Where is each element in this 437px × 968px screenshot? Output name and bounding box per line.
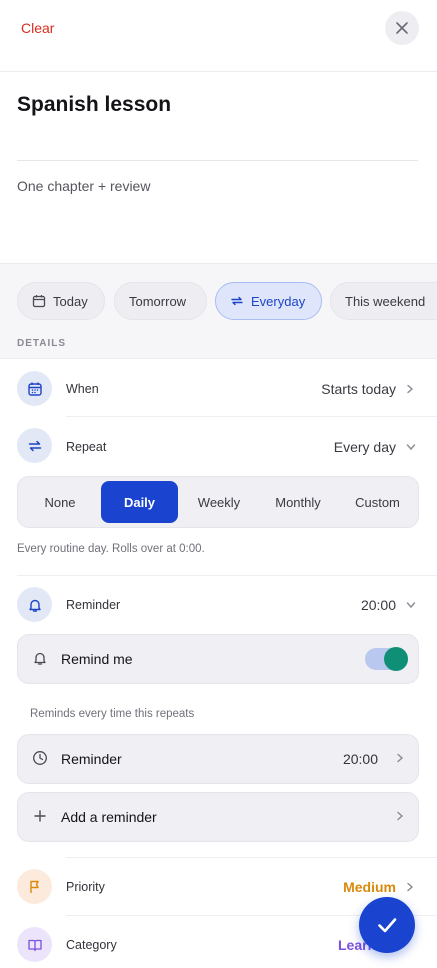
reminder-item-label: Reminder	[61, 751, 122, 767]
repeat-option-daily[interactable]: Daily	[101, 481, 178, 523]
category-icon-wrap	[17, 927, 52, 962]
reminder-row[interactable]: Reminder 20:00	[0, 576, 437, 634]
remind-me-card: Remind me	[17, 634, 419, 684]
chip-today[interactable]: Today	[17, 282, 105, 320]
bell-icon	[34, 652, 46, 665]
priority-label: Priority	[66, 880, 105, 894]
when-label: When	[66, 382, 99, 396]
chip-label: Tomorrow	[129, 293, 187, 309]
chip-label: Everyday	[251, 293, 306, 309]
calendar-icon	[27, 382, 42, 396]
reminder-icon-wrap	[17, 587, 52, 622]
repeat-options-segmented-control: None Daily Weekly Monthly Custom	[17, 476, 419, 528]
row-divider	[66, 416, 437, 417]
add-reminder-label: Add a reminder	[61, 809, 157, 825]
clear-button[interactable]: Clear	[21, 20, 54, 36]
chip-label: This weekend	[345, 293, 426, 309]
task-title-field[interactable]: Spanish lesson	[17, 93, 171, 117]
repeat-option-monthly[interactable]: Monthly	[259, 481, 337, 523]
close-button[interactable]	[385, 11, 419, 45]
checkmark-icon	[378, 918, 397, 933]
when-value: Starts today	[321, 381, 396, 397]
add-reminder-button[interactable]: Add a reminder	[17, 792, 419, 842]
repeat-option-weekly[interactable]: Weekly	[181, 481, 257, 523]
reminder-item-card[interactable]: Reminder 20:00	[17, 734, 419, 784]
chip-everyday[interactable]: Everyday	[215, 282, 322, 320]
quick-date-chips: Today Tomorrow Everyday This weekend	[0, 263, 437, 333]
details-section-label: DETAILS	[17, 338, 67, 349]
repeat-option-custom[interactable]: Custom	[339, 481, 416, 523]
chevron-right-icon	[407, 384, 414, 394]
flag-icon	[29, 880, 39, 893]
task-notes-field[interactable]: One chapter + review	[17, 178, 150, 194]
repeat-icon-wrap	[17, 428, 52, 463]
when-row[interactable]: When Starts today	[0, 360, 437, 418]
repeat-label: Repeat	[66, 440, 107, 454]
task-header-panel: Clear Spanish lesson One chapter + revie…	[0, 0, 437, 263]
category-label: Category	[66, 938, 117, 952]
priority-value: Medium	[343, 879, 396, 895]
when-icon-wrap	[17, 371, 52, 406]
clock-icon	[33, 751, 47, 765]
save-button[interactable]	[359, 897, 415, 953]
chevron-right-icon	[397, 811, 404, 821]
chip-this-weekend[interactable]: This weekend	[330, 282, 437, 320]
reminder-label: Reminder	[66, 598, 121, 612]
chevron-right-icon	[407, 882, 414, 892]
reminder-help-text: Reminds every time this repeats	[30, 708, 195, 720]
toggle-knob	[384, 647, 408, 671]
top-bar: Clear	[0, 0, 437, 72]
repeat-icon	[28, 440, 41, 451]
remind-me-toggle[interactable]	[365, 647, 408, 671]
repeat-icon	[231, 296, 243, 306]
reminder-item-time: 20:00	[342, 751, 378, 767]
close-icon	[396, 22, 408, 34]
plus-icon	[34, 810, 46, 822]
remind-me-label: Remind me	[61, 651, 133, 667]
repeat-help-text: Every routine day. Rolls over at 0:00.	[17, 543, 205, 555]
chevron-down-icon	[406, 444, 416, 451]
chip-tomorrow[interactable]: Tomorrow	[114, 282, 207, 320]
chip-label: Today	[53, 293, 88, 309]
title-divider	[17, 160, 418, 161]
repeat-row[interactable]: Repeat Every day	[0, 418, 437, 476]
bell-icon	[28, 599, 41, 612]
chevron-right-icon	[397, 753, 404, 763]
reminder-value: 20:00	[360, 597, 396, 613]
priority-icon-wrap	[17, 869, 52, 904]
calendar-icon	[32, 295, 46, 308]
repeat-option-none[interactable]: None	[22, 481, 98, 523]
repeat-value: Every day	[333, 439, 396, 455]
book-icon	[27, 939, 42, 951]
chevron-down-icon	[406, 602, 416, 609]
